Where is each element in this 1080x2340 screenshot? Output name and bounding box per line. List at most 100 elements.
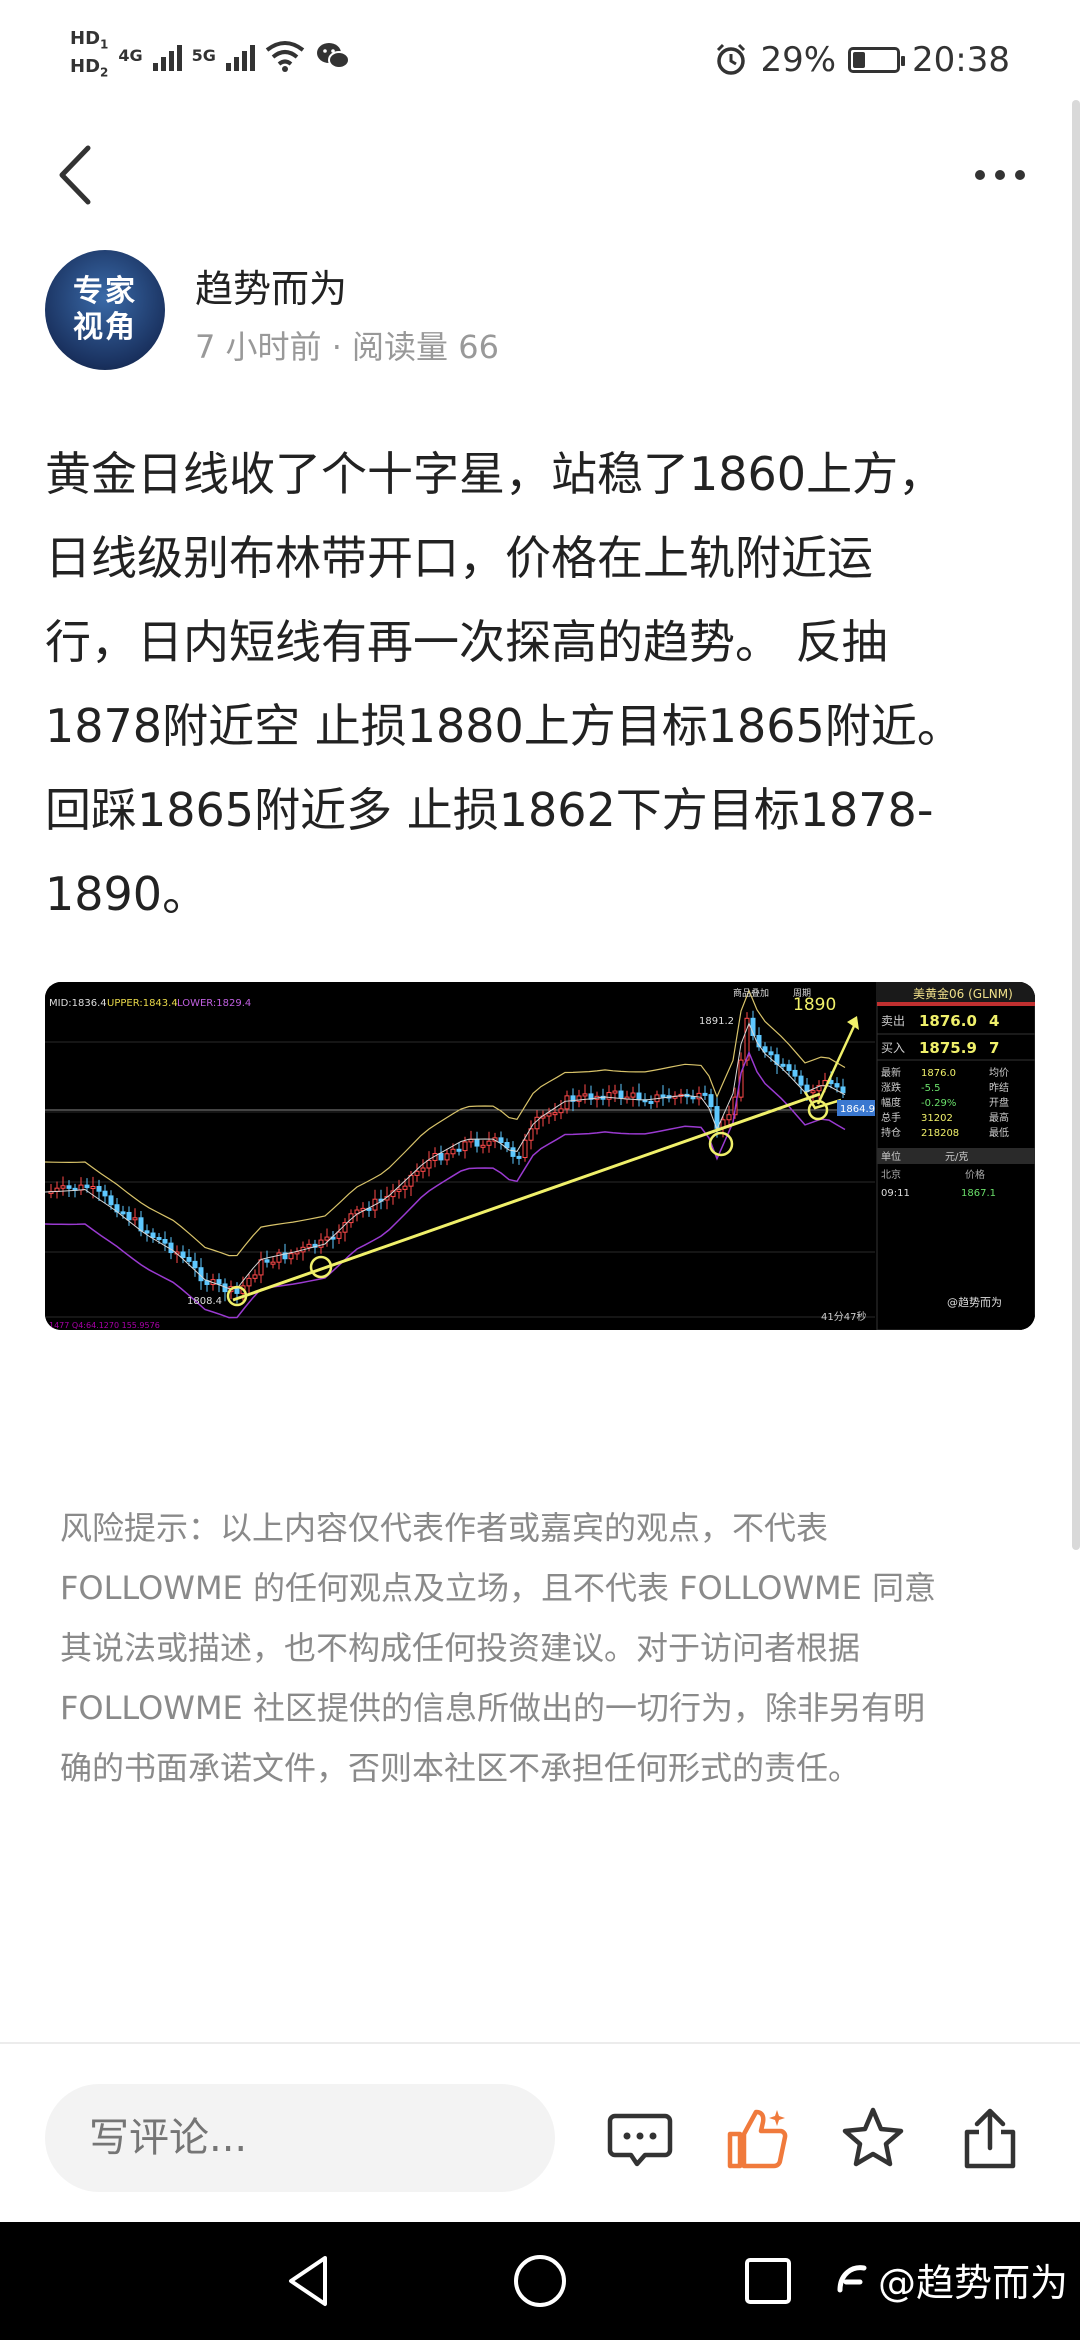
avatar-text-2: 视角 — [73, 310, 137, 345]
sell-price: 1876.0 — [919, 1012, 977, 1030]
risk-line: 风险提示：以上内容仅代表作者或嘉宾的观点，不代表 — [60, 1509, 829, 1547]
candle-body — [66, 1185, 72, 1189]
candle-body — [582, 1093, 588, 1097]
price-col-label: 价格 — [965, 1168, 985, 1181]
period-tab[interactable]: 周期 — [793, 988, 811, 999]
favorite-button[interactable] — [838, 2104, 908, 2174]
quote-row-value: 31202 — [921, 1113, 953, 1124]
candle-body — [126, 1211, 132, 1221]
article-line: 黄金日线收了个十字星，站稳了1860上方， — [45, 447, 945, 501]
candle-body — [276, 1252, 282, 1263]
quote-row-key: 持仓 — [881, 1126, 901, 1139]
candle-body — [456, 1148, 462, 1152]
risk-line: 其说法或描述，也不构成任何投资建议。对于访问者根据 — [60, 1629, 861, 1667]
city-label: 北京 — [881, 1168, 901, 1181]
candle-body — [438, 1153, 444, 1161]
candle-body — [402, 1185, 408, 1190]
candle-body — [612, 1090, 618, 1094]
chart-svg: MID:1836.4 UPPER:1843.4 LOWER:1829.4 189… — [45, 982, 1035, 1330]
risk-notice: 风险提示：以上内容仅代表作者或嘉宾的观点，不代表 FOLLOWME 的任何观点及… — [60, 1498, 1020, 1798]
status-bar: HD1 HD2 4G 5G 29% 20:38 — [0, 0, 1080, 120]
candle-body — [294, 1251, 300, 1255]
candle-body — [186, 1257, 192, 1262]
candle-body — [786, 1064, 792, 1071]
candle-body — [546, 1112, 552, 1117]
nav-home-button[interactable] — [505, 2246, 575, 2316]
candle-body — [216, 1279, 222, 1285]
followme-logo-icon — [837, 2264, 867, 2292]
candle-body — [120, 1211, 126, 1215]
candle-body — [840, 1086, 846, 1094]
sell-qty: 4 — [989, 1012, 999, 1030]
comment-bar — [0, 2044, 1080, 2222]
candle-body — [144, 1230, 150, 1234]
like-button[interactable] — [722, 2104, 792, 2174]
back-button[interactable] — [50, 140, 110, 210]
buy-qty: 7 — [989, 1039, 999, 1057]
comment-icon — [607, 2113, 673, 2167]
tick-time: 09:11 — [881, 1188, 910, 1199]
scroll-indicator[interactable] — [1072, 100, 1080, 1550]
status-right: 29% 20:38 — [714, 40, 1010, 80]
candle-body — [498, 1137, 504, 1144]
candle-body — [648, 1100, 654, 1104]
candle-body — [258, 1259, 264, 1276]
chevron-left-icon — [59, 145, 91, 205]
candle-body — [564, 1095, 570, 1110]
more-button[interactable] — [960, 150, 1040, 200]
battery-fill — [853, 52, 866, 68]
candle-body — [768, 1051, 774, 1056]
candle-body — [426, 1159, 432, 1169]
candle-body — [180, 1251, 186, 1259]
share-icon — [964, 2108, 1016, 2169]
quote-title: 美黄金06 (GLNM) — [913, 986, 1013, 1001]
risk-line: FOLLOWME 的任何观点及立场，且不代表 FOLLOWME 同意 — [60, 1569, 937, 1607]
comment-input[interactable] — [45, 2084, 555, 2192]
candle-body — [102, 1190, 108, 1197]
avatar[interactable]: 专家 视角 — [45, 250, 165, 370]
candle-body — [726, 1114, 732, 1121]
overlay-tab[interactable]: 商品叠加 — [733, 987, 769, 999]
article-line: 1878附近空 止损1880上方目标1865附近。 — [45, 699, 963, 753]
candle-body — [60, 1185, 66, 1189]
quote-row-value: -0.29% — [921, 1098, 956, 1109]
candle-body — [132, 1217, 138, 1221]
hd2-label: HD — [70, 55, 101, 77]
quote-row-key: 涨跌 — [881, 1081, 901, 1094]
candle-body — [420, 1167, 426, 1172]
quote-row-value: 218208 — [921, 1128, 959, 1139]
candle-body — [474, 1138, 480, 1147]
candle-body — [288, 1253, 294, 1260]
volume-label: 1477 Q4:64.1270 155.9576 — [49, 1321, 160, 1330]
star-icon — [842, 2107, 904, 2167]
candle-body — [414, 1170, 420, 1176]
candle-body — [108, 1195, 114, 1206]
candle-body — [552, 1112, 558, 1116]
candle-body — [798, 1075, 804, 1086]
candle-body — [480, 1144, 486, 1148]
candle-body — [558, 1108, 564, 1114]
candle-body — [324, 1236, 330, 1241]
quote-row-key2: 最低 — [989, 1126, 1009, 1139]
network-4g-label: 4G — [118, 46, 143, 66]
battery-icon — [848, 47, 906, 73]
share-button[interactable] — [955, 2104, 1025, 2174]
hd-indicators: HD1 HD2 — [70, 28, 108, 83]
comment-button[interactable] — [605, 2104, 675, 2174]
post-meta: 7 小时前 · 阅读量 66 — [195, 328, 499, 366]
quote-row-key2: 昨结 — [989, 1081, 1009, 1094]
nav-recents-button[interactable] — [733, 2246, 803, 2316]
hd2-sub: 2 — [100, 65, 109, 80]
author-name[interactable]: 趋势而为 — [195, 258, 347, 313]
indicator-lower: LOWER:1829.4 — [177, 998, 251, 1009]
indicator-upper: UPPER:1843.4 — [107, 998, 178, 1009]
candle-body — [444, 1153, 450, 1161]
quote-row-key2: 最高 — [989, 1111, 1009, 1124]
clock: 20:38 — [912, 40, 1010, 80]
candle-body — [834, 1083, 840, 1088]
buy-price: 1875.9 — [919, 1039, 977, 1057]
chart-image[interactable]: MID:1836.4 UPPER:1843.4 LOWER:1829.4 189… — [45, 982, 1035, 1330]
wifi-icon — [265, 40, 305, 72]
risk-line: 确的书面承诺文件，否则本社区不承担任何形式的责任。 — [60, 1749, 861, 1787]
nav-back-button[interactable] — [275, 2246, 345, 2316]
